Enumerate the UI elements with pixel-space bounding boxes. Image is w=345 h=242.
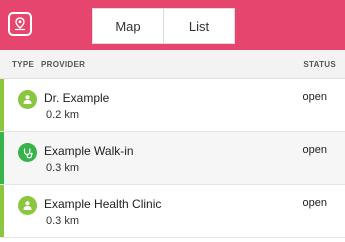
map-pin-icon — [15, 17, 25, 31]
column-type[interactable]: TYPE — [12, 60, 34, 69]
person-icon — [18, 196, 37, 215]
provider-status: open — [302, 197, 327, 209]
type-accent-bar — [0, 79, 4, 131]
column-status[interactable]: STATUS — [303, 60, 336, 69]
provider-name: Dr. Example — [44, 91, 110, 105]
person-icon — [18, 90, 37, 109]
provider-status: open — [302, 91, 327, 103]
map-pin-button[interactable] — [8, 12, 32, 36]
provider-name: Example Walk-in — [44, 144, 134, 158]
provider-status: open — [302, 144, 327, 156]
top-bar: Map List — [0, 0, 345, 50]
type-accent-bar — [0, 132, 4, 184]
list-item[interactable]: Example Walk-in 0.3 km open — [0, 132, 345, 185]
column-header: TYPE PROVIDER STATUS — [0, 50, 345, 79]
list-item[interactable]: Example Health Clinic 0.3 km open — [0, 185, 345, 238]
view-toggle: Map List — [92, 8, 235, 44]
column-provider[interactable]: PROVIDER — [41, 60, 85, 69]
tab-list[interactable]: List — [163, 9, 234, 43]
stethoscope-icon — [18, 143, 37, 162]
provider-distance: 0.3 km — [46, 215, 80, 227]
tab-map[interactable]: Map — [93, 9, 163, 43]
provider-name: Example Health Clinic — [44, 197, 162, 211]
list-item[interactable]: Dr. Example 0.2 km open — [0, 79, 345, 132]
type-accent-bar — [0, 185, 4, 237]
provider-list: Dr. Example 0.2 km open Example Walk-in … — [0, 79, 345, 238]
provider-distance: 0.2 km — [46, 109, 80, 121]
provider-distance: 0.3 km — [46, 162, 80, 174]
